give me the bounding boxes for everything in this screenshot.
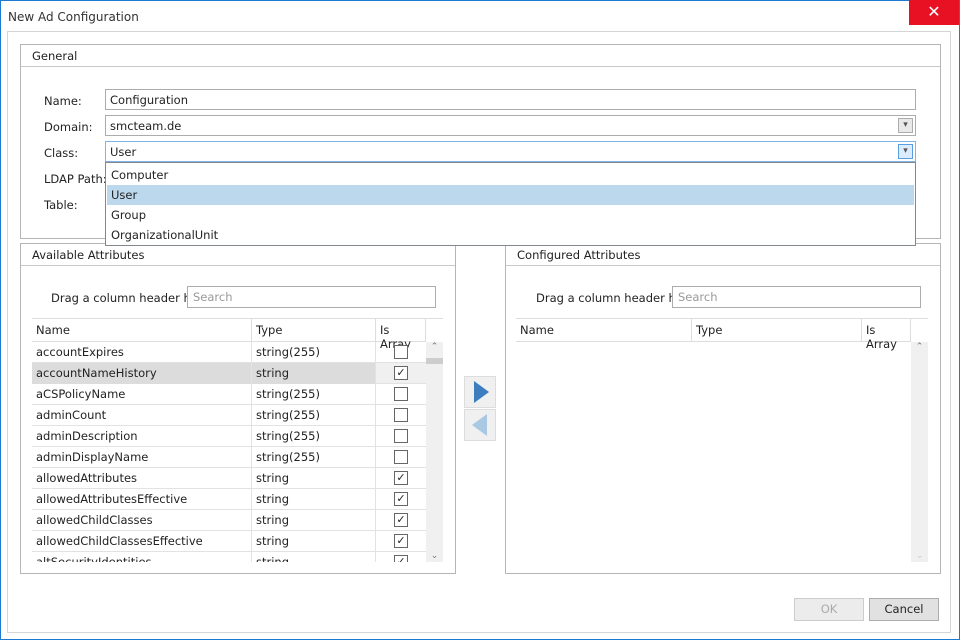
is-array-checkbox[interactable]	[394, 387, 408, 401]
group-by-hint: Drag a column header h...	[536, 291, 687, 305]
table-row[interactable]: aCSPolicyName string(255)	[32, 384, 426, 405]
arrow-right-icon	[474, 381, 489, 403]
class-option[interactable]: User	[107, 185, 914, 205]
is-array-checkbox[interactable]: ✓	[394, 513, 408, 527]
column-header-type[interactable]: Type	[252, 319, 376, 342]
window-title: New Ad Configuration	[8, 10, 139, 24]
table-row[interactable]: adminDisplayName string(255)	[32, 447, 426, 468]
table-label: Table:	[44, 198, 78, 212]
column-header-name[interactable]: Name	[32, 319, 252, 342]
table-row[interactable]: adminDescription string(255)	[32, 426, 426, 447]
cell-type: string(255)	[252, 447, 376, 468]
cell-type: string(255)	[252, 384, 376, 405]
cell-type: string	[252, 510, 376, 531]
cell-name: adminCount	[32, 405, 252, 426]
name-label: Name:	[44, 94, 82, 108]
configured-attributes-grid: Name Type Is Array ⌃ ⌄	[516, 318, 928, 562]
is-array-checkbox[interactable]: ✓	[394, 492, 408, 506]
is-array-checkbox[interactable]	[394, 429, 408, 443]
is-array-checkbox[interactable]: ✓	[394, 471, 408, 485]
cell-name: altSecurityIdentities	[32, 552, 252, 562]
chevron-down-icon[interactable]: ▾	[898, 118, 913, 133]
scroll-thumb[interactable]	[426, 358, 443, 364]
table-row[interactable]: accountNameHistory string ✓	[32, 363, 426, 384]
ok-button[interactable]: OK	[794, 598, 864, 621]
scroll-down-icon[interactable]: ⌄	[426, 551, 443, 561]
class-value: User	[110, 145, 137, 159]
is-array-checkbox[interactable]	[394, 408, 408, 422]
class-option[interactable]: Group	[107, 205, 914, 225]
add-attribute-button[interactable]	[464, 376, 496, 408]
cell-type: string	[252, 531, 376, 552]
class-label: Class:	[44, 146, 79, 160]
domain-label: Domain:	[44, 120, 93, 134]
class-option[interactable]: OrganizationalUnit	[107, 225, 914, 245]
arrow-left-icon	[472, 414, 487, 436]
cell-type: string	[252, 468, 376, 489]
available-search-input[interactable]: Search	[187, 286, 436, 308]
available-header: Available Attributes	[21, 244, 455, 266]
chevron-down-icon[interactable]: ▾	[898, 144, 913, 159]
table-row[interactable]: adminCount string(255)	[32, 405, 426, 426]
domain-value: smcteam.de	[110, 119, 182, 133]
domain-select[interactable]: smcteam.de ▾	[105, 115, 916, 136]
remove-attribute-button[interactable]	[464, 409, 496, 441]
cell-type: string	[252, 552, 376, 562]
available-attributes-grid: Name Type Is Array ⌃ ⌄ accountExpires string(2…	[32, 318, 443, 562]
cell-name: allowedAttributes	[32, 468, 252, 489]
column-header-is-array[interactable]: Is Array	[862, 319, 911, 351]
cell-type: string(255)	[252, 405, 376, 426]
group-by-hint: Drag a column header h...	[51, 291, 202, 305]
cell-name: accountNameHistory	[32, 363, 252, 384]
is-array-checkbox[interactable]	[394, 345, 408, 359]
table-row[interactable]: accountExpires string(255)	[32, 342, 426, 363]
cell-type: string(255)	[252, 426, 376, 447]
configured-header: Configured Attributes	[506, 244, 940, 266]
name-input[interactable]: Configuration	[105, 89, 916, 110]
class-option[interactable]: Computer	[107, 165, 914, 185]
class-dropdown-list: Computer User Group OrganizationalUnit	[105, 162, 916, 246]
is-array-checkbox[interactable]: ✓	[394, 555, 408, 562]
cancel-button[interactable]: Cancel	[869, 598, 939, 621]
table-row[interactable]: allowedChildClasses string ✓	[32, 510, 426, 531]
column-header-type[interactable]: Type	[692, 319, 862, 342]
table-row[interactable]: altSecurityIdentities string ✓	[32, 552, 426, 562]
cell-name: adminDisplayName	[32, 447, 252, 468]
cell-name: adminDescription	[32, 426, 252, 447]
ldap-path-label: LDAP Path:	[44, 172, 107, 186]
cell-name: allowedChildClassesEffective	[32, 531, 252, 552]
cell-name: allowedChildClasses	[32, 510, 252, 531]
is-array-checkbox[interactable]	[394, 450, 408, 464]
cell-name: aCSPolicyName	[32, 384, 252, 405]
scroll-down-icon[interactable]: ⌄	[911, 551, 928, 561]
cell-type: string(255)	[252, 342, 376, 363]
general-header: General	[21, 45, 940, 67]
cell-type: string	[252, 363, 376, 384]
table-row[interactable]: allowedAttributes string ✓	[32, 468, 426, 489]
table-row[interactable]: allowedAttributesEffective string ✓	[32, 489, 426, 510]
cell-type: string	[252, 489, 376, 510]
vertical-scrollbar[interactable]: ⌃ ⌄	[911, 342, 928, 562]
column-header-name[interactable]: Name	[516, 319, 692, 342]
scroll-up-icon[interactable]: ⌃	[911, 342, 928, 356]
scroll-up-icon[interactable]: ⌃	[426, 342, 443, 356]
close-button[interactable]: ✕	[909, 0, 959, 25]
close-icon: ✕	[927, 2, 941, 21]
cell-name: allowedAttributesEffective	[32, 489, 252, 510]
configured-search-input[interactable]: Search	[672, 286, 921, 308]
table-row[interactable]: allowedChildClassesEffective string ✓	[32, 531, 426, 552]
column-header-is-array[interactable]: Is Array	[376, 319, 426, 351]
cell-name: accountExpires	[32, 342, 252, 363]
is-array-checkbox[interactable]: ✓	[394, 366, 408, 380]
class-select[interactable]: User ▾	[105, 141, 916, 162]
vertical-scrollbar[interactable]: ⌃ ⌄	[426, 342, 443, 562]
is-array-checkbox[interactable]: ✓	[394, 534, 408, 548]
